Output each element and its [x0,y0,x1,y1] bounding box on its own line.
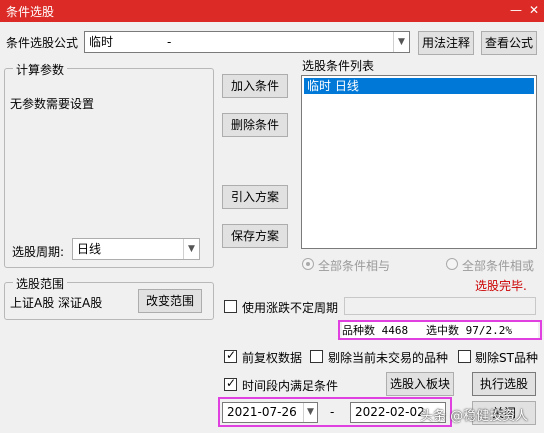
date-separator: - [330,405,335,419]
all-or-radio[interactable] [446,258,458,270]
no-params-text: 无参数需要设置 [10,97,95,111]
exclude-untraded-label: 剔除当前未交易的品种 [328,351,449,365]
exclude-untraded-checkbox[interactable] [310,350,323,363]
save-scheme-button[interactable]: 保存方案 [222,224,288,248]
params-title: 计算参数 [13,61,68,78]
condition-list[interactable]: 临时 日线 [301,75,537,249]
view-formula-button[interactable]: 查看公式 [481,31,537,55]
rise-fall-field [344,297,536,315]
scope-title: 选股范围 [13,275,68,292]
period-satisfy-label: 时间段内满足条件 [242,379,339,393]
condition-list-title: 选股条件列表 [302,59,375,73]
chevron-down-icon[interactable]: ▼ [183,239,199,259]
forward-adjust-checkbox[interactable] [224,348,237,363]
period-select[interactable]: 日线 ▼ [72,238,200,260]
total-count: 品种数 4468 [342,324,409,337]
chevron-down-icon[interactable]: ▼ [303,403,317,422]
close-icon[interactable]: ✕ [526,2,542,18]
change-scope-button[interactable]: 改变范围 [138,289,202,313]
window-title: 条件选股 [6,5,55,19]
count-display: 品种数 4468 选中数 97/2.2% [342,322,538,338]
status-text: 选股完毕. [475,279,527,293]
period-value: 日线 [77,242,102,256]
end-date-value: 2022-02-02 [355,405,425,419]
scope-markets: 上证A股 深证A股 [10,296,103,310]
exclude-st-checkbox[interactable] [458,350,471,363]
start-date-input[interactable]: 2021-07-26 ▼ [222,402,318,423]
period-label: 选股周期: [12,245,65,259]
minimize-icon[interactable]: — [508,2,524,18]
formula-select[interactable]: 临时 - ▼ [84,31,410,53]
formula-label: 条件选股公式 [6,36,79,50]
formula-value: 临时 [89,35,114,49]
title-bar: 条件选股 — ✕ [0,0,544,22]
start-date-value: 2021-07-26 [227,405,297,419]
formula-dash: - [167,35,172,49]
chevron-down-icon[interactable]: ▼ [393,32,409,52]
usage-notes-button[interactable]: 用法注释 [418,31,474,55]
use-rise-fall-checkbox[interactable] [224,300,237,313]
add-condition-button[interactable]: 加入条件 [222,74,288,98]
exclude-st-label: 剔除ST品种 [475,351,538,365]
watermark: 头条 @稳健投资人 [420,409,529,424]
period-satisfy-checkbox[interactable] [224,376,237,391]
use-rise-fall-label: 使用涨跌不定周期 [242,301,339,315]
all-and-label: 全部条件相与 [318,259,391,273]
select-to-block-button[interactable]: 选股入板块 [386,372,454,396]
import-scheme-button[interactable]: 引入方案 [222,185,288,209]
all-or-label: 全部条件相或 [462,259,535,273]
list-item[interactable]: 临时 日线 [304,78,534,94]
delete-condition-button[interactable]: 删除条件 [222,113,288,137]
selected-count: 选中数 97/2.2% [426,324,512,337]
forward-adjust-label: 前复权数据 [242,351,303,365]
execute-button[interactable]: 执行选股 [472,372,536,396]
all-and-radio[interactable] [302,258,314,270]
